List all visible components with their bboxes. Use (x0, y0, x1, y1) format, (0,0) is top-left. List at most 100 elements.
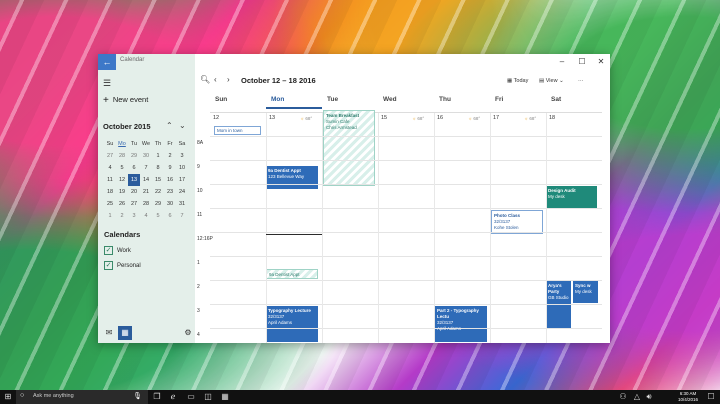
date-number[interactable]: 13 (269, 115, 275, 121)
mini-calendar-day[interactable]: 11 (104, 174, 116, 186)
event-dentist-afternoon[interactable]: 9a Dentist Appt (266, 269, 318, 279)
mini-calendar-day[interactable]: 2 (164, 150, 176, 162)
date-number[interactable]: 12 (213, 115, 219, 121)
mini-calendar-day[interactable]: 13 (128, 174, 140, 186)
calendar-icon[interactable]: ▦ (118, 326, 132, 340)
people-icon[interactable]: ⚇ (618, 392, 628, 402)
mini-calendar-day[interactable]: 29 (128, 150, 140, 162)
file-explorer-icon[interactable]: ▭ (186, 392, 196, 402)
weather-forecast: ☼ 68° (524, 116, 536, 121)
mini-calendar-day[interactable]: 1 (152, 150, 164, 162)
mini-calendar-day[interactable]: 7 (176, 210, 188, 222)
date-range-title: October 12 – 18 2016 (241, 76, 316, 85)
mini-calendar-day[interactable]: 19 (116, 186, 128, 198)
cortana-search-box[interactable]: ○ Ask me anything 🎙︎ (16, 390, 148, 404)
calendar-item-personal[interactable]: ✓ Personal (104, 261, 141, 270)
more-options-icon[interactable]: ··· (578, 78, 584, 84)
plus-icon: + (103, 95, 109, 106)
mini-calendar-day[interactable]: 21 (140, 186, 152, 198)
next-week-chevron-icon[interactable]: › (227, 75, 230, 84)
mini-calendar-day[interactable]: 20 (128, 186, 140, 198)
date-number[interactable]: 18 (549, 115, 555, 121)
event-aryas-party[interactable]: Arya's Party GB Studio (546, 281, 571, 329)
mini-calendar-day[interactable]: 4 (140, 210, 152, 222)
mini-calendar-weekday: Tu (130, 141, 138, 147)
action-center-icon[interactable]: ☐ (706, 392, 716, 402)
mini-calendar-day[interactable]: 12 (116, 174, 128, 186)
date-number[interactable]: 16 (437, 115, 443, 121)
mini-calendar-day[interactable]: 6 (164, 210, 176, 222)
maximize-button[interactable]: ☐ (572, 54, 592, 70)
start-windows-icon[interactable]: ⊞ (3, 392, 13, 402)
date-number[interactable]: 15 (381, 115, 387, 121)
event-sync[interactable]: Sync w My desk (573, 281, 598, 303)
mini-calendar-day[interactable]: 25 (104, 198, 116, 210)
store-icon[interactable]: ◫ (203, 392, 213, 402)
allday-event-mom-in-town[interactable]: Mom in town (214, 126, 261, 135)
hamburger-menu-icon[interactable]: ☰ (103, 78, 111, 89)
system-clock[interactable]: 6:30 AM 10/4/2016 (678, 391, 698, 403)
date-number[interactable]: 17 (493, 115, 499, 121)
minimize-button[interactable]: – (552, 54, 572, 70)
checkbox-icon[interactable]: ✓ (104, 261, 113, 270)
mini-calendar-day[interactable]: 10 (176, 162, 188, 174)
mini-calendar-day[interactable]: 15 (152, 174, 164, 186)
mini-calendar-day[interactable]: 5 (116, 162, 128, 174)
mini-calendar-day[interactable]: 18 (104, 186, 116, 198)
mini-calendar-day[interactable]: 8 (152, 162, 164, 174)
mail-icon[interactable]: ✉ (102, 326, 116, 340)
event-team-breakfast[interactable]: Team Breakfast Sumin Cafe Chris Armstead (323, 110, 375, 186)
event-photo-class[interactable]: Photo Class 32/3137 Kohe Stolen (491, 210, 543, 234)
mini-calendar-prev-icon[interactable]: ⌃ (166, 121, 173, 130)
new-event-button[interactable]: + New event (103, 94, 148, 106)
view-button[interactable]: ▤ View ⌄ (539, 78, 564, 84)
volume-icon[interactable]: 🔊︎ (644, 392, 654, 402)
time-label: 12:16P (197, 236, 213, 242)
mini-calendar-day[interactable]: 30 (140, 150, 152, 162)
mini-calendar-day[interactable]: 31 (176, 198, 188, 210)
search-placeholder: Ask me anything (33, 393, 74, 399)
mini-calendar-day[interactable]: 16 (164, 174, 176, 186)
mini-calendar-day[interactable]: 27 (128, 198, 140, 210)
prev-week-chevron-icon[interactable]: ‹ (214, 75, 217, 84)
today-button[interactable]: ▦ Today (507, 78, 528, 84)
close-button[interactable]: ✕ (591, 54, 610, 70)
mini-calendar-day[interactable]: 7 (140, 162, 152, 174)
back-arrow-icon[interactable]: ← (98, 54, 116, 70)
mini-calendar-day[interactable]: 1 (104, 210, 116, 222)
mini-calendar-next-icon[interactable]: ⌄ (179, 121, 186, 130)
hour-gridline (210, 184, 602, 185)
calendar-item-work[interactable]: ✓ Work (104, 246, 131, 255)
event-typography-lecture-part2[interactable]: Part 2 - Typography Lectu32/3137April Ad… (435, 306, 487, 342)
mini-calendar-day[interactable]: 23 (164, 186, 176, 198)
event-dentist-morning[interactable]: 9a Dentist Appt 123 Bellevue Way (266, 166, 318, 189)
event-design-audit[interactable]: Design Audit My desk (546, 186, 597, 209)
calendar-app-icon[interactable]: ▦ (220, 392, 230, 402)
mini-calendar-day[interactable]: 2 (116, 210, 128, 222)
mini-calendar-day[interactable]: 28 (116, 150, 128, 162)
mini-calendar-day[interactable]: 29 (152, 198, 164, 210)
mini-calendar-day[interactable]: 4 (104, 162, 116, 174)
notifications-icon[interactable]: △ (632, 392, 642, 402)
mini-calendar-day[interactable]: 24 (176, 186, 188, 198)
mini-calendar-day[interactable]: 6 (128, 162, 140, 174)
mini-calendar-day[interactable]: 28 (140, 198, 152, 210)
edge-browser-icon[interactable]: ℯ (168, 392, 178, 402)
mini-calendar-day[interactable]: 3 (128, 210, 140, 222)
mini-calendar-title[interactable]: October 2015 (103, 122, 151, 131)
mini-calendar-day[interactable]: 9 (164, 162, 176, 174)
mini-calendar-day[interactable]: 14 (140, 174, 152, 186)
mini-calendar-day[interactable]: 17 (176, 174, 188, 186)
mini-calendar-day[interactable]: 3 (176, 150, 188, 162)
settings-gear-icon[interactable]: ⚙ (181, 326, 195, 340)
search-icon[interactable]: 🔍︎ (200, 75, 210, 84)
microphone-icon[interactable]: 🎙︎ (133, 392, 142, 400)
mini-calendar-day[interactable]: 26 (116, 198, 128, 210)
mini-calendar-day[interactable]: 27 (104, 150, 116, 162)
mini-calendar-day[interactable]: 5 (152, 210, 164, 222)
event-typography-lecture[interactable]: Typography Lecture 32/3137 April Adams (266, 306, 318, 342)
mini-calendar-day[interactable]: 22 (152, 186, 164, 198)
checkbox-icon[interactable]: ✓ (104, 246, 113, 255)
mini-calendar-day[interactable]: 30 (164, 198, 176, 210)
task-view-icon[interactable]: ❐ (152, 392, 162, 402)
